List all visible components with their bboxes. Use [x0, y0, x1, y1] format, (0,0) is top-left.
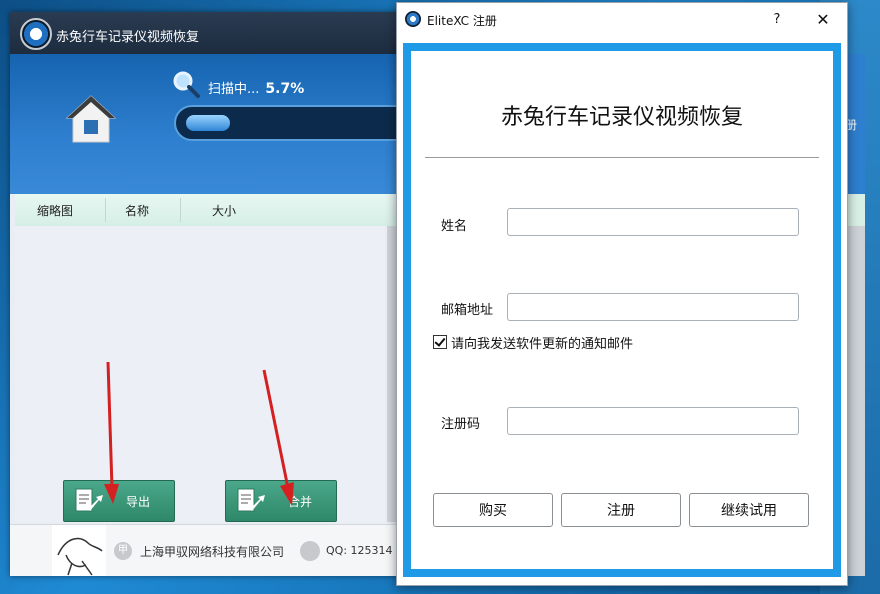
- register-button[interactable]: 注册: [561, 493, 681, 527]
- close-button[interactable]: ✕: [809, 9, 837, 31]
- dialog-body: 赤兔行车记录仪视频恢复 姓名 邮箱地址 请向我发送软件更新的通知邮件 注册码 购…: [411, 51, 833, 569]
- red-arrow-annotation: [262, 369, 294, 506]
- register-dialog: EliteXC 注册 ? ✕ 赤兔行车记录仪视频恢复 姓名 邮箱地址 请向我发送…: [396, 2, 848, 586]
- export-label: 导出: [126, 495, 151, 509]
- help-button[interactable]: ?: [765, 9, 789, 31]
- scan-progress-bar: [174, 105, 405, 141]
- app-body-peek: [845, 226, 865, 576]
- app-footer: 甲 上海甲驭网络科技有限公司 QQ: 125314: [10, 524, 405, 576]
- scan-status: 扫描中... 5.7%: [208, 78, 304, 97]
- column-separator: [105, 198, 106, 222]
- search-icon: [173, 71, 200, 98]
- column-name[interactable]: 名称: [125, 202, 149, 219]
- qq-icon: [300, 541, 320, 561]
- company-name: 上海甲驭网络科技有限公司: [140, 545, 285, 559]
- app-logo-icon: [405, 11, 421, 27]
- name-field[interactable]: [507, 208, 799, 236]
- dialog-title: EliteXC 注册: [427, 14, 497, 28]
- email-field[interactable]: [507, 293, 799, 321]
- app-window: 赤兔行车记录仪视频恢复 扫描中... 5.7% 缩略图 名称 大小 导出 合并 …: [10, 12, 405, 576]
- scan-progress-fill: [186, 115, 230, 131]
- dialog-frame: 赤兔行车记录仪视频恢复 姓名 邮箱地址 请向我发送软件更新的通知邮件 注册码 购…: [403, 43, 841, 577]
- home-icon[interactable]: [65, 94, 117, 146]
- app-title: 赤兔行车记录仪视频恢复: [56, 30, 200, 45]
- column-thumbnail[interactable]: 缩略图: [37, 202, 73, 219]
- update-notify-checkbox[interactable]: 请向我发送软件更新的通知邮件: [433, 333, 633, 352]
- divider: [425, 157, 819, 158]
- code-label: 注册码: [441, 417, 481, 432]
- app-titlebar: 赤兔行车记录仪视频恢复: [10, 12, 405, 54]
- dialog-heading: 赤兔行车记录仪视频恢复: [500, 105, 743, 130]
- column-size[interactable]: 大小: [212, 202, 236, 219]
- checkbox-icon[interactable]: [433, 335, 447, 349]
- horse-logo-icon: [52, 525, 106, 576]
- qq-number: QQ: 125314: [326, 544, 393, 557]
- dialog-titlebar: EliteXC 注册 ? ✕: [397, 3, 847, 35]
- name-label: 姓名: [441, 219, 468, 234]
- continue-trial-button[interactable]: 继续试用: [689, 493, 809, 527]
- scan-label: 扫描中...: [208, 82, 260, 97]
- file-list-header: 缩略图 名称 大小: [15, 194, 405, 227]
- registration-code-field[interactable]: [507, 407, 799, 435]
- red-arrow-annotation: [104, 361, 119, 504]
- buy-button[interactable]: 购买: [433, 493, 553, 527]
- column-separator: [180, 198, 181, 222]
- app-colheader-peek: [845, 194, 865, 226]
- update-notify-label: 请向我发送软件更新的通知邮件: [451, 337, 634, 352]
- scan-percent: 5.7%: [265, 81, 305, 97]
- email-label: 邮箱地址: [441, 303, 494, 318]
- app-logo-icon: [20, 18, 52, 50]
- file-list[interactable]: [15, 226, 387, 522]
- company-icon: 甲: [114, 542, 132, 560]
